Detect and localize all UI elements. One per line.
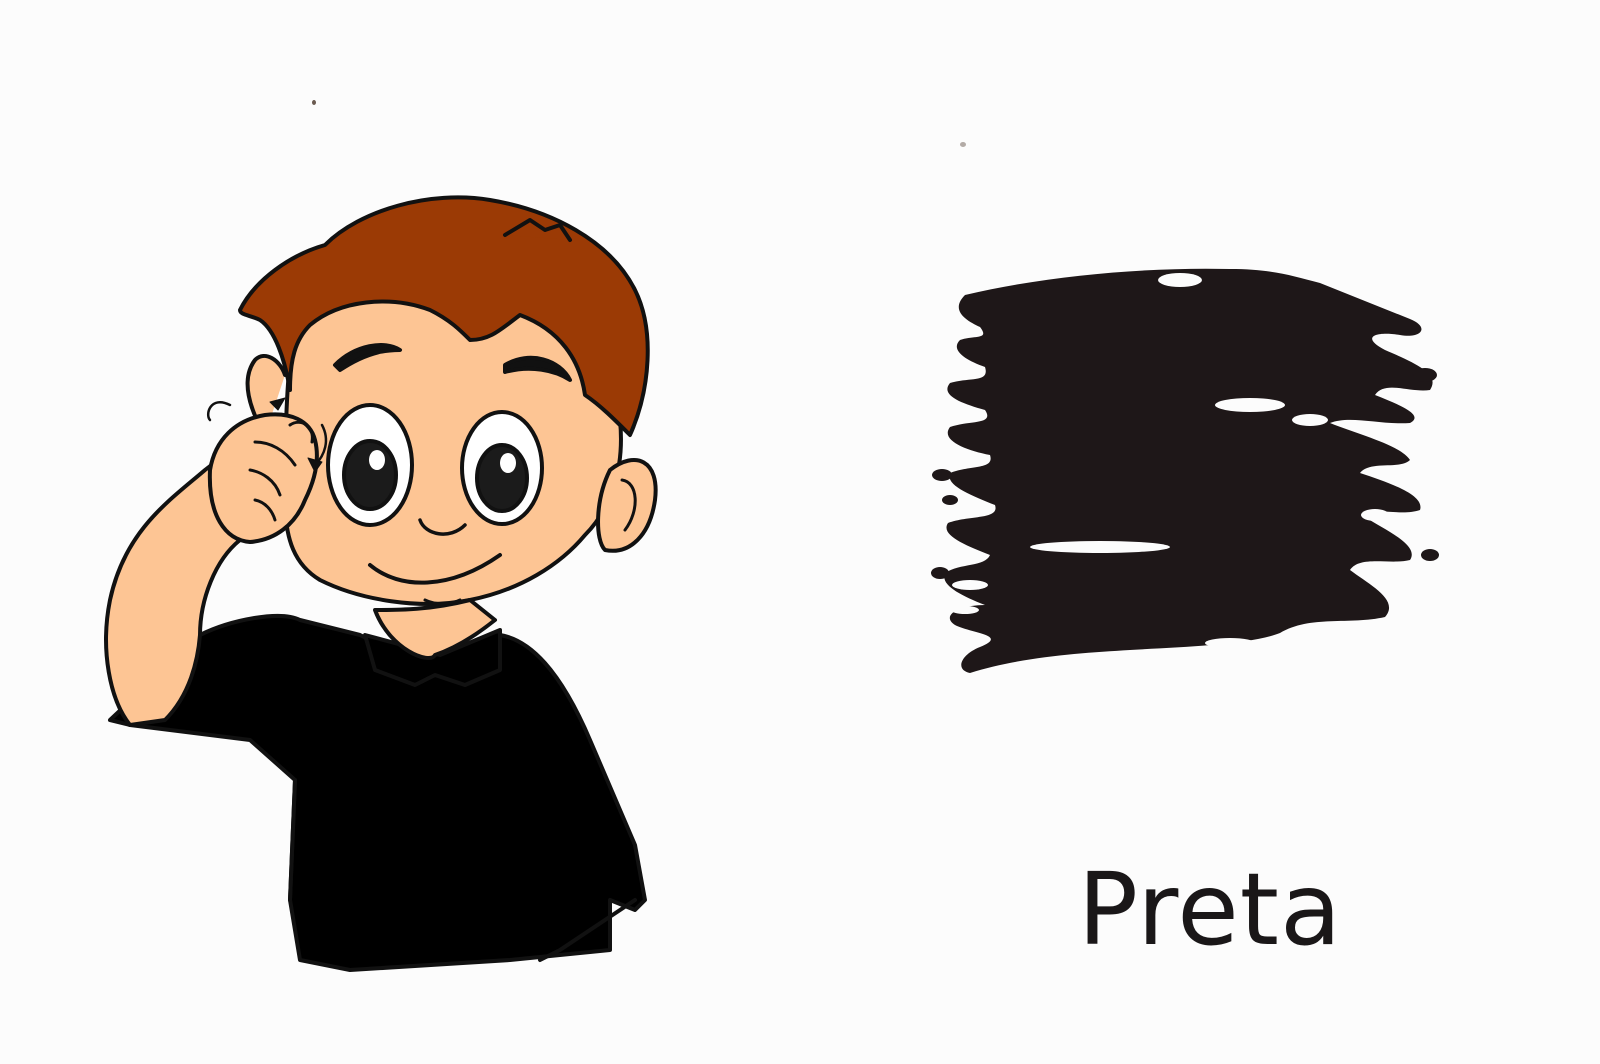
boy-signing-icon xyxy=(104,195,658,972)
color-word-label: Preta xyxy=(1077,851,1343,968)
scan-speck xyxy=(312,100,316,105)
ear-right xyxy=(596,458,658,553)
scan-speck xyxy=(960,142,966,147)
black-paint-swatch-icon xyxy=(931,268,1439,673)
color-flashcard: Preta xyxy=(0,0,1600,1064)
curved-arrow-icon xyxy=(206,401,232,422)
